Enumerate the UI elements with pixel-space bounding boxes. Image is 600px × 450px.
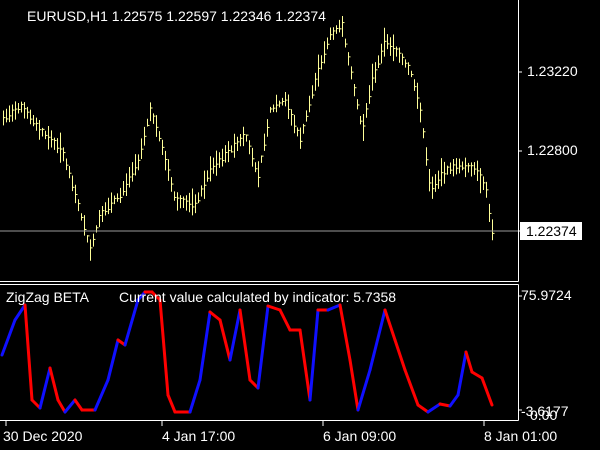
time-axis-label: 30 Dec 2020 (3, 428, 83, 444)
time-axis-label: 8 Jan 01:00 (484, 428, 558, 444)
price-axis-label: 1.23220 (527, 63, 578, 79)
time-axis-label: 4 Jan 17:00 (162, 428, 236, 444)
indicator-scale-max: 75.9724 (521, 287, 572, 303)
symbol-header: EURUSD,H1 1.22575 1.22597 1.22346 1.2237… (27, 8, 326, 24)
current-price-label: 1.22374 (520, 222, 582, 240)
price-chart[interactable] (0, 0, 600, 450)
time-axis-label: 6 Jan 09:00 (323, 428, 397, 444)
zigzag-segment (438, 402, 452, 408)
indicator-current-value: Current value calculated by indicator: 5… (119, 289, 397, 305)
indicator-scale-zero: 0.00 (530, 407, 558, 423)
price-axis-label: 1.22800 (527, 142, 578, 158)
indicator-name: ZigZag BETA (6, 289, 89, 305)
